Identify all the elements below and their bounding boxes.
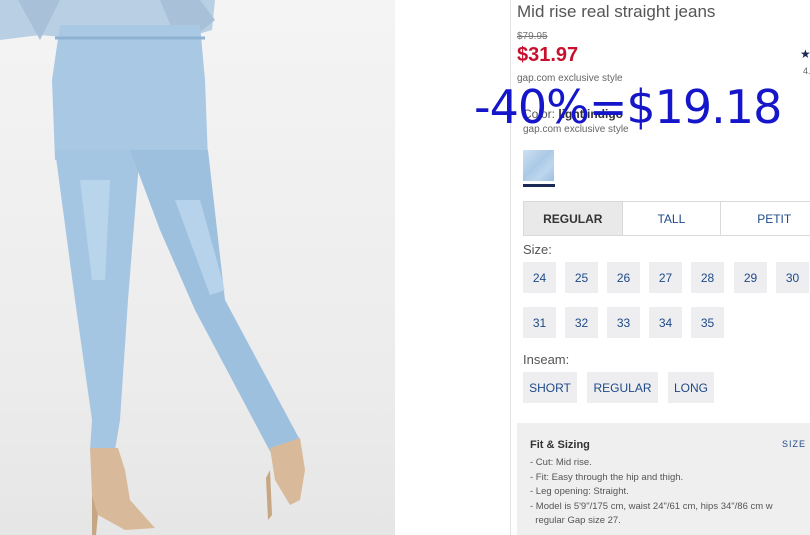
size-option[interactable]: 34 xyxy=(649,307,682,338)
inseam-option-long[interactable]: LONG xyxy=(668,372,714,403)
tab-regular[interactable]: REGULAR xyxy=(524,202,623,235)
sale-price: $31.97 xyxy=(517,44,579,66)
fit-details-list: - Cut: Mid rise. - Fit: Easy through the… xyxy=(530,456,773,529)
fit-tabs: REGULAR TALL PETIT xyxy=(523,201,810,236)
fit-sizing-title: Fit & Sizing xyxy=(530,439,590,451)
inseam-option-short[interactable]: SHORT xyxy=(523,372,577,403)
size-chart-link[interactable]: SIZE xyxy=(782,439,806,449)
tab-tall[interactable]: TALL xyxy=(623,202,722,235)
product-image[interactable] xyxy=(0,0,395,535)
size-option[interactable]: 27 xyxy=(649,262,682,293)
size-option[interactable]: 35 xyxy=(691,307,724,338)
size-option[interactable]: 29 xyxy=(734,262,767,293)
fit-detail-item: - Leg opening: Straight. xyxy=(530,486,629,497)
size-option[interactable]: 28 xyxy=(691,262,724,293)
star-icon[interactable]: ★ xyxy=(800,47,810,61)
fit-detail-item: - Model is 5'9"/175 cm, waist 24"/61 cm,… xyxy=(530,500,773,512)
size-option[interactable]: 30 xyxy=(776,262,809,293)
size-option[interactable]: 25 xyxy=(565,262,598,293)
size-label: Size: xyxy=(523,242,552,257)
inseam-option-regular[interactable]: REGULAR xyxy=(587,372,658,403)
tab-petite[interactable]: PETIT xyxy=(721,202,810,235)
fit-detail-item: regular Gap size 27. xyxy=(530,515,621,526)
size-option[interactable]: 24 xyxy=(523,262,556,293)
size-option[interactable]: 32 xyxy=(565,307,598,338)
fit-detail-item: - Cut: Mid rise. xyxy=(530,457,592,468)
discount-annotation: -40%=$19.18 xyxy=(474,80,782,134)
size-option[interactable]: 26 xyxy=(607,262,640,293)
size-option[interactable]: 33 xyxy=(607,307,640,338)
fit-detail-item: - Fit: Easy through the hip and thigh. xyxy=(530,471,684,483)
color-swatch-light-indigo[interactable] xyxy=(523,150,554,181)
original-price: $79.95 xyxy=(517,31,548,42)
fit-sizing-panel: Fit & Sizing SIZE - Cut: Mid rise. - Fit… xyxy=(517,423,810,535)
rating-value: 4. xyxy=(803,66,810,76)
size-option[interactable]: 31 xyxy=(523,307,556,338)
jeans-model-illustration xyxy=(0,0,305,535)
product-title: Mid rise real straight jeans xyxy=(517,2,716,21)
swatch-selected-indicator xyxy=(523,184,555,187)
inseam-label: Inseam: xyxy=(523,352,570,367)
